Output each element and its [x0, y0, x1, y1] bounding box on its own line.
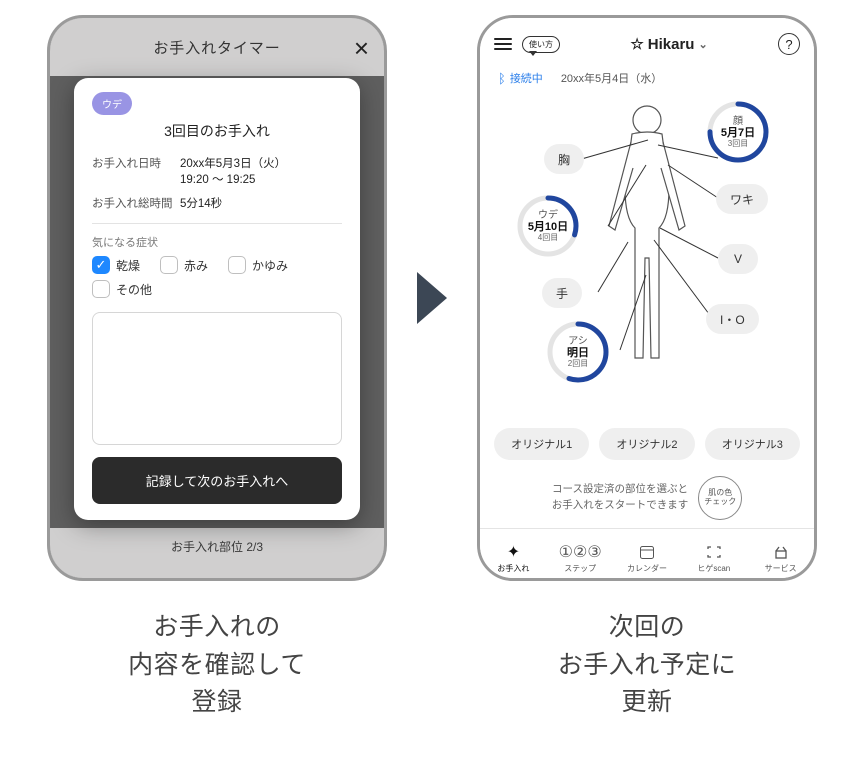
symptom-checks: ✓ 乾燥 赤み かゆみ その他	[92, 256, 342, 298]
body-map: 顔 5月7日 3回目 ウデ 5月10日 4回目 アシ 明日 2回目 胸	[488, 90, 806, 428]
tabbar: ✦ お手入れ ①②③ ステップ カレンダー ヒゲsc	[480, 528, 814, 578]
scan-icon	[706, 543, 722, 561]
phone-left: お手入れタイマー × お手入れ部位 2/3 ウデ 3回目のお手入れ お手入れ日時…	[47, 15, 387, 581]
part-chest[interactable]: 胸	[544, 144, 584, 174]
record-next-button[interactable]: 記録して次のお手入れへ	[92, 457, 342, 504]
row-total: お手入れ総時間 5分14秒	[92, 195, 342, 211]
phone-right: 使い方 ☆ Hikaru ⌄ ? ᛒ 接続中 20xx年5月4日（水）	[477, 15, 817, 581]
caption-right: 次回の お手入れ予定に 更新	[558, 609, 737, 722]
tab-step[interactable]: ①②③ ステップ	[547, 543, 614, 574]
close-icon[interactable]: ×	[354, 33, 370, 64]
part-hand[interactable]: 手	[542, 278, 582, 308]
part-armpit[interactable]: ワキ	[716, 184, 768, 214]
timer-header-title: お手入れタイマー	[153, 37, 280, 58]
tab-care[interactable]: ✦ お手入れ	[480, 543, 547, 574]
star-icon: ☆	[630, 35, 643, 53]
tab-calendar[interactable]: カレンダー	[614, 543, 681, 574]
status-row: ᛒ 接続中 20xx年5月4日（水）	[480, 66, 814, 88]
check-other[interactable]: その他	[92, 280, 152, 298]
chevron-down-icon: ⌄	[698, 38, 707, 51]
symptom-label: 気になる症状	[92, 234, 342, 250]
divider	[92, 223, 342, 224]
original-2[interactable]: オリジナル2	[599, 428, 694, 460]
arrow-icon	[417, 15, 447, 581]
user-select[interactable]: ☆ Hikaru ⌄	[630, 35, 707, 53]
check-dry[interactable]: ✓ 乾燥	[92, 256, 140, 274]
tab-higescan[interactable]: ヒゲscan	[680, 543, 747, 574]
checkbox-icon	[92, 280, 110, 298]
bluetooth-status: ᛒ 接続中	[498, 70, 543, 86]
caption-left: お手入れの 内容を確認して 登録	[128, 609, 306, 722]
card-title: 3回目のお手入れ	[92, 121, 342, 141]
hamburger-icon[interactable]	[494, 38, 512, 50]
calendar-icon	[639, 543, 655, 561]
hint-row: コース設定済の部位を選ぶと お手入れをスタートできます 肌の色チェック	[480, 470, 814, 528]
skin-check-button[interactable]: 肌の色チェック	[698, 476, 742, 520]
memo-input[interactable]	[92, 312, 342, 445]
howto-button[interactable]: 使い方	[522, 36, 560, 53]
help-icon[interactable]: ?	[778, 33, 800, 55]
dt-label: お手入れ日時	[92, 155, 180, 187]
hint-line2: お手入れをスタートできます	[552, 498, 689, 514]
sparkle-icon: ✦	[507, 543, 520, 561]
hint-line1: コース設定済の部位を選ぶと	[552, 482, 689, 498]
today-date: 20xx年5月4日（水）	[561, 70, 662, 86]
checkbox-icon	[228, 256, 246, 274]
timer-footer: お手入れ部位 2/3	[50, 528, 384, 578]
part-ring-face[interactable]: 顔 5月7日 3回目	[706, 100, 770, 164]
total-label: お手入れ総時間	[92, 195, 180, 211]
row-datetime: お手入れ日時 20xx年5月3日（火） 19:20 ～ 19:25	[92, 155, 342, 187]
timer-header: お手入れタイマー ×	[50, 18, 384, 76]
record-card: ウデ 3回目のお手入れ お手入れ日時 20xx年5月3日（火） 19:20 ～ …	[74, 78, 360, 520]
part-vline[interactable]: V	[718, 244, 758, 274]
part-ring-leg[interactable]: アシ 明日 2回目	[546, 320, 610, 384]
bluetooth-icon: ᛒ	[498, 71, 506, 86]
dt-value: 20xx年5月3日（火） 19:20 ～ 19:25	[180, 155, 342, 187]
part-io[interactable]: I・O	[706, 304, 759, 334]
total-value: 5分14秒	[180, 195, 342, 211]
checkbox-icon: ✓	[92, 256, 110, 274]
checkbox-icon	[160, 256, 178, 274]
footer-progress: お手入れ部位 2/3	[171, 538, 263, 555]
part-chip: ウデ	[92, 92, 132, 115]
tab-service[interactable]: サービス	[747, 543, 814, 574]
gift-icon	[773, 543, 789, 561]
original-3[interactable]: オリジナル3	[705, 428, 800, 460]
user-name: Hikaru	[648, 36, 695, 53]
check-itch[interactable]: かゆみ	[228, 256, 288, 274]
steps-icon: ①②③	[559, 543, 602, 561]
original-1[interactable]: オリジナル1	[494, 428, 589, 460]
original-row: オリジナル1 オリジナル2 オリジナル3	[494, 428, 800, 460]
check-red[interactable]: 赤み	[160, 256, 208, 274]
part-ring-arm[interactable]: ウデ 5月10日 4回目	[516, 194, 580, 258]
topbar: 使い方 ☆ Hikaru ⌄ ?	[480, 22, 814, 66]
